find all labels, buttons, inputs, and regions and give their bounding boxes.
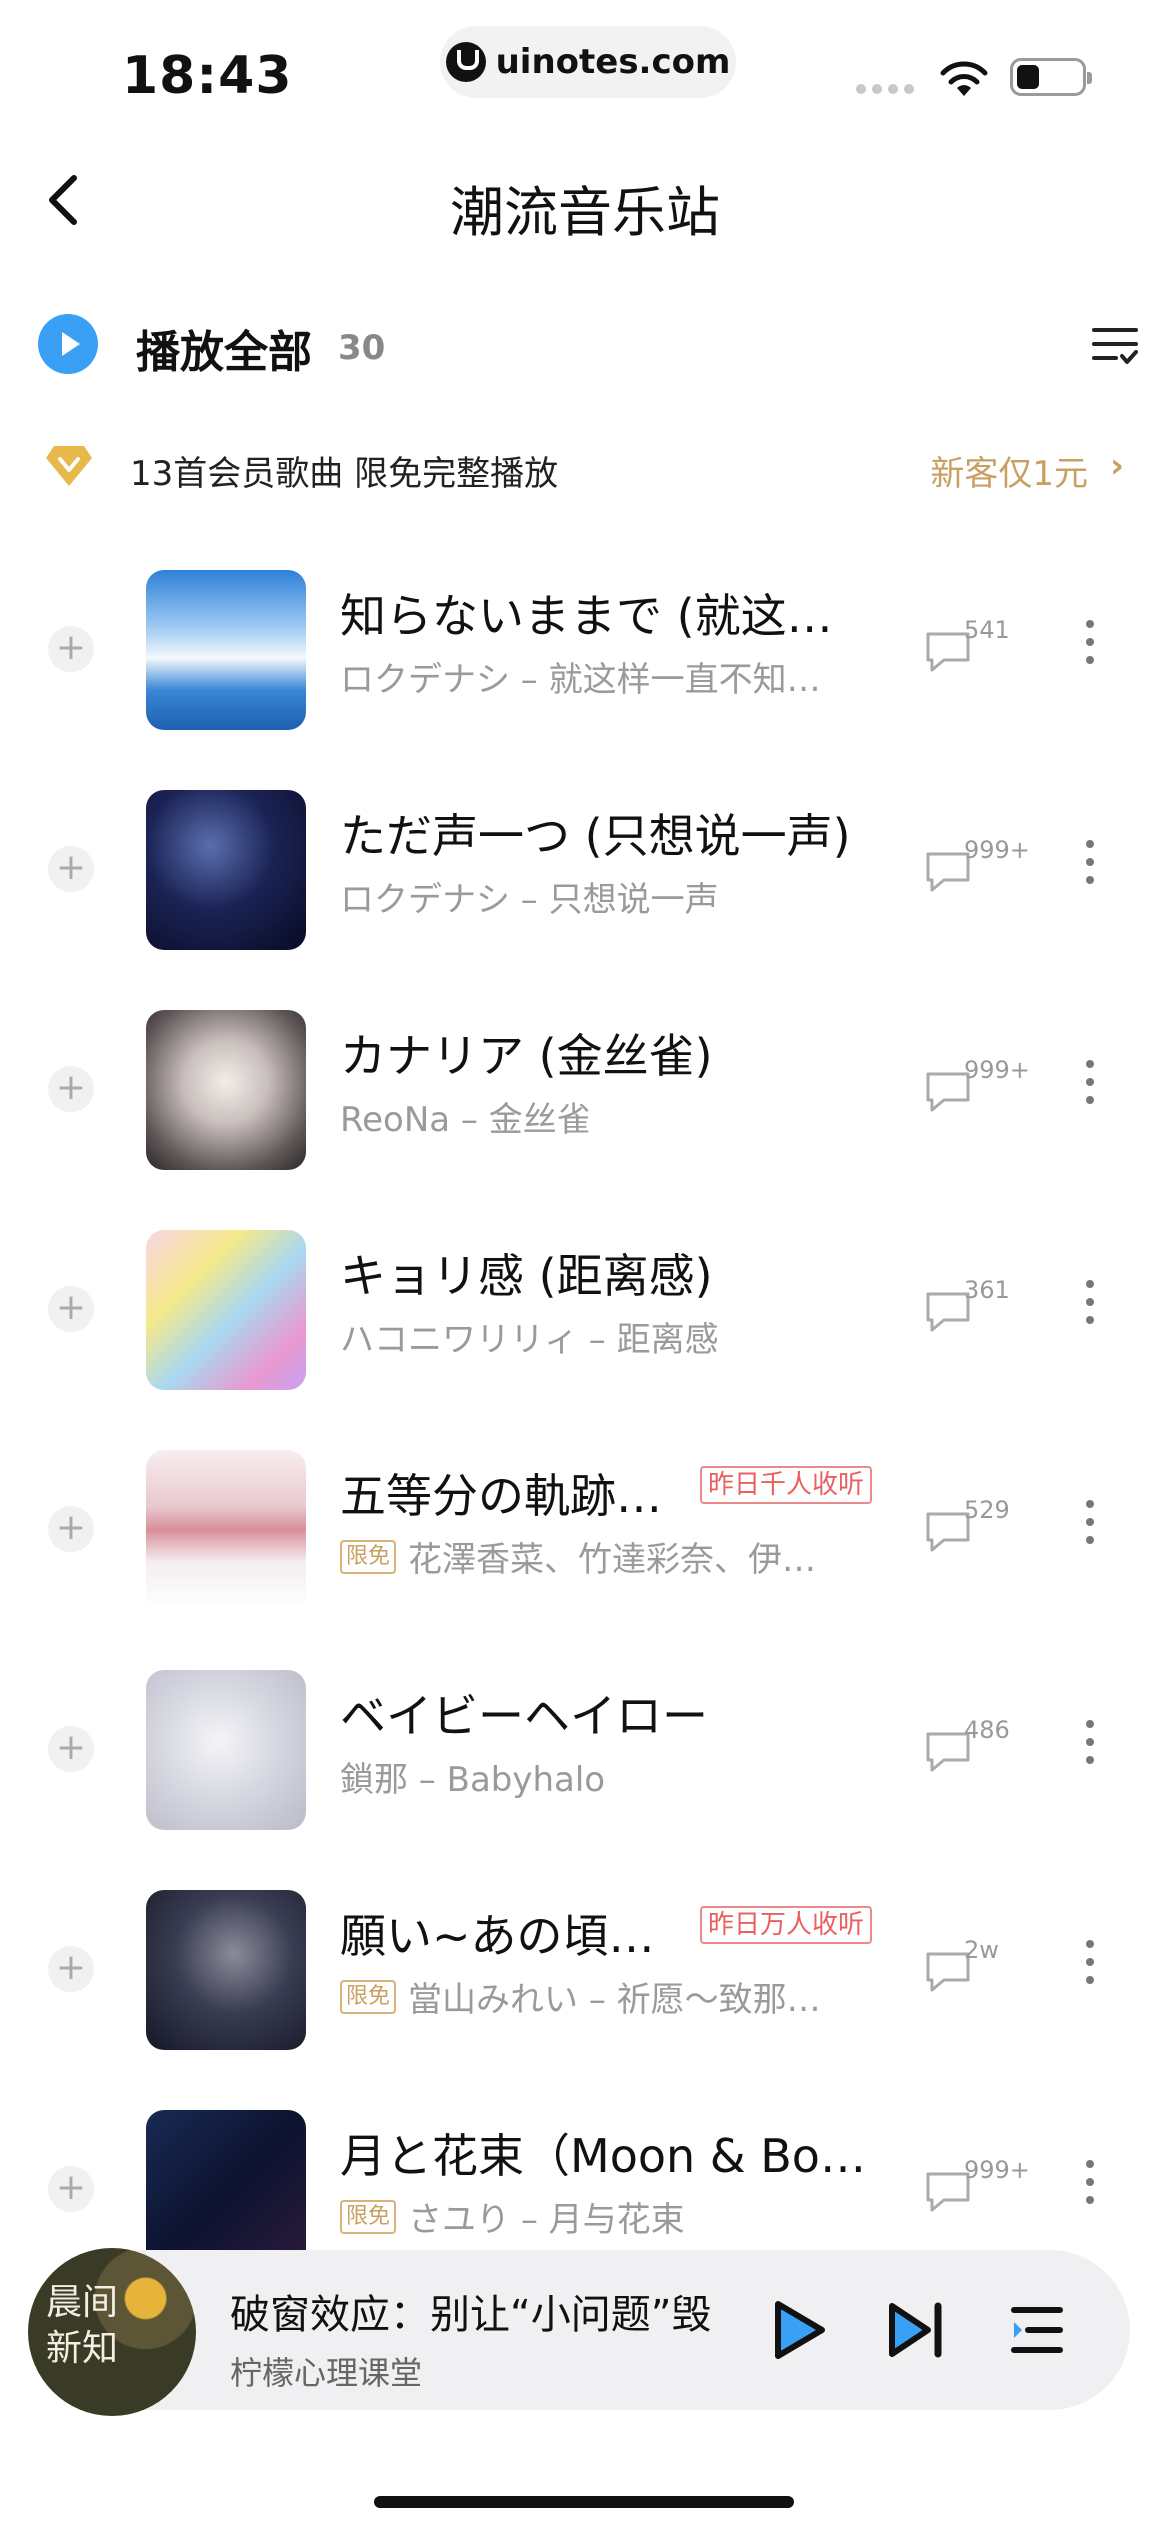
song-row[interactable]: + 五等分の軌跡… 昨日千人收听 限免 花澤香菜、竹達彩奈、伊… 529 <box>0 1420 1170 1640</box>
album-cover <box>146 790 306 950</box>
nav-bar: 潮流音乐站 <box>0 150 1170 250</box>
mini-player-title: 破窗效应：别让“小问题”毁 <box>230 2292 712 2338</box>
comment-count: 999+ <box>964 2156 1030 2184</box>
add-to-playlist-icon[interactable]: + <box>48 1066 94 1112</box>
comment-count: 999+ <box>964 836 1030 864</box>
more-options-icon[interactable] <box>1080 1720 1100 1780</box>
comment-count: 529 <box>964 1496 1010 1524</box>
song-subtitle: 鎖那 – Babyhalo <box>340 1760 606 1800</box>
comment-button[interactable]: 361 <box>924 1276 1024 1346</box>
album-cover <box>146 570 306 730</box>
comment-count: 999+ <box>964 1056 1030 1084</box>
multi-select-icon[interactable] <box>1092 322 1138 368</box>
song-subtitle: ハコニワリリィ – 距离感 <box>340 1320 719 1360</box>
song-row[interactable]: + 願い~あの頃の… 昨日万人收听 限免 當山みれい – 祈愿～致那… 2w <box>0 1860 1170 2080</box>
song-row[interactable]: + ベイビーヘイロー 鎖那 – Babyhalo 486 <box>0 1640 1170 1860</box>
play-icon[interactable] <box>766 2298 830 2362</box>
add-to-playlist-icon[interactable]: + <box>48 1726 94 1772</box>
comment-button[interactable]: 541 <box>924 616 1024 686</box>
song-subtitle: ロクデナシ – 就这样一直不知… <box>340 660 821 700</box>
song-row[interactable]: + キョリ感 (距离感) ハコニワリリィ – 距离感 361 <box>0 1200 1170 1420</box>
add-to-playlist-icon[interactable]: + <box>48 1506 94 1552</box>
comment-count: 2w <box>964 1936 999 1964</box>
diamond-icon <box>46 446 92 486</box>
status-bar: 18:43 uinotes.com <box>0 0 1170 140</box>
song-row[interactable]: + 月と花束（Moon & Bo… 限免 さユり – 月与花束 999+ <box>0 2080 1170 2260</box>
url-text: uinotes.com <box>495 42 731 82</box>
song-title: キョリ感 (距离感) <box>340 1249 713 1303</box>
comment-button[interactable]: 486 <box>924 1716 1024 1786</box>
more-options-icon[interactable] <box>1080 1940 1100 2000</box>
song-count: 30 <box>338 328 386 368</box>
song-row[interactable]: + 知らないままで (就这样… ロクデナシ – 就这样一直不知… 541 <box>0 540 1170 760</box>
more-options-icon[interactable] <box>1080 1500 1100 1560</box>
mini-player-cover[interactable]: 晨间新知 <box>28 2248 196 2416</box>
album-cover <box>146 1010 306 1170</box>
page-title: 潮流音乐站 <box>450 181 720 244</box>
free-trial-badge: 限免 <box>340 2199 397 2234</box>
comment-button[interactable]: 999+ <box>924 836 1030 906</box>
song-title: 知らないままで (就这样… <box>340 589 870 643</box>
add-to-playlist-icon[interactable]: + <box>48 846 94 892</box>
free-trial-badge: 限免 <box>340 1539 397 1574</box>
url-pill[interactable]: uinotes.com <box>440 26 736 98</box>
add-to-playlist-icon[interactable]: + <box>48 626 94 672</box>
chevron-right-icon: › <box>1109 446 1124 486</box>
add-to-playlist-icon[interactable]: + <box>48 1946 94 1992</box>
mini-player-artist: 柠檬心理课堂 <box>230 2354 423 2392</box>
song-title: カナリア (金丝雀) <box>340 1029 713 1083</box>
album-cover <box>146 1670 306 1830</box>
song-title: 月と花束（Moon & Bo… <box>340 2129 866 2183</box>
play-all-bar[interactable]: 播放全部 30 <box>38 312 1138 382</box>
more-options-icon[interactable] <box>1080 620 1100 680</box>
cellular-signal-icon <box>856 84 914 94</box>
playlist-icon[interactable] <box>1010 2300 1064 2360</box>
vip-banner[interactable]: 13首会员歌曲 限免完整播放 新客仅1元 › <box>44 440 1124 500</box>
comment-count: 361 <box>964 1276 1010 1304</box>
song-subtitle: 限免 さユり – 月与花束 <box>340 2192 685 2241</box>
wifi-icon <box>940 61 988 96</box>
album-cover <box>146 1450 306 1610</box>
song-title: 願い~あの頃の… <box>340 1909 680 1963</box>
comment-button[interactable]: 999+ <box>924 2156 1030 2226</box>
song-title: ただ声一つ (只想说一声) <box>340 809 851 863</box>
more-options-icon[interactable] <box>1080 2160 1100 2220</box>
song-title: ベイビーヘイロー <box>340 1689 708 1743</box>
album-cover <box>146 2110 306 2260</box>
song-subtitle: 限免 花澤香菜、竹達彩奈、伊… <box>340 1532 816 1581</box>
comment-button[interactable]: 529 <box>924 1496 1024 1566</box>
more-options-icon[interactable] <box>1080 840 1100 900</box>
status-time: 18:43 <box>122 46 293 106</box>
play-all-label[interactable]: 播放全部 <box>136 316 312 380</box>
add-to-playlist-icon[interactable]: + <box>48 2166 94 2212</box>
vip-cta-link[interactable]: 新客仅1元 <box>930 446 1088 495</box>
play-all-icon[interactable] <box>38 314 98 374</box>
mini-player[interactable]: 晨间新知 破窗效应：别让“小问题”毁 柠檬心理课堂 <box>28 2248 1130 2416</box>
song-row[interactable]: + カナリア (金丝雀) ReoNa – 金丝雀 999+ <box>0 980 1170 1200</box>
song-list: + 知らないままで (就这样… ロクデナシ – 就这样一直不知… 541 + た… <box>0 540 1170 2260</box>
comment-button[interactable]: 2w <box>924 1936 1024 2006</box>
comment-button[interactable]: 999+ <box>924 1056 1030 1126</box>
site-logo-icon <box>445 42 486 82</box>
more-options-icon[interactable] <box>1080 1060 1100 1120</box>
song-subtitle: 限免 當山みれい – 祈愿～致那… <box>340 1972 821 2021</box>
hot-badge: 昨日千人收听 <box>700 1466 873 1504</box>
comment-count: 541 <box>964 616 1010 644</box>
add-to-playlist-icon[interactable]: + <box>48 1286 94 1332</box>
song-row[interactable]: + ただ声一つ (只想说一声) ロクデナシ – 只想说一声 999+ <box>0 760 1170 980</box>
battery-icon <box>1010 58 1092 96</box>
mini-player-cover-text: 晨间新知 <box>46 2282 119 2369</box>
comment-count: 486 <box>964 1716 1010 1744</box>
home-indicator[interactable] <box>374 2496 794 2508</box>
song-subtitle: ロクデナシ – 只想说一声 <box>340 880 719 920</box>
hot-badge: 昨日万人收听 <box>700 1906 873 1944</box>
vip-banner-text: 13首会员歌曲 限免完整播放 <box>130 454 559 494</box>
album-cover <box>146 1230 306 1390</box>
album-cover <box>146 1890 306 2050</box>
song-subtitle: ReoNa – 金丝雀 <box>340 1100 591 1140</box>
next-track-icon[interactable] <box>886 2300 946 2360</box>
free-trial-badge: 限免 <box>340 1979 397 2014</box>
song-title: 五等分の軌跡… <box>340 1469 662 1523</box>
more-options-icon[interactable] <box>1080 1280 1100 1340</box>
